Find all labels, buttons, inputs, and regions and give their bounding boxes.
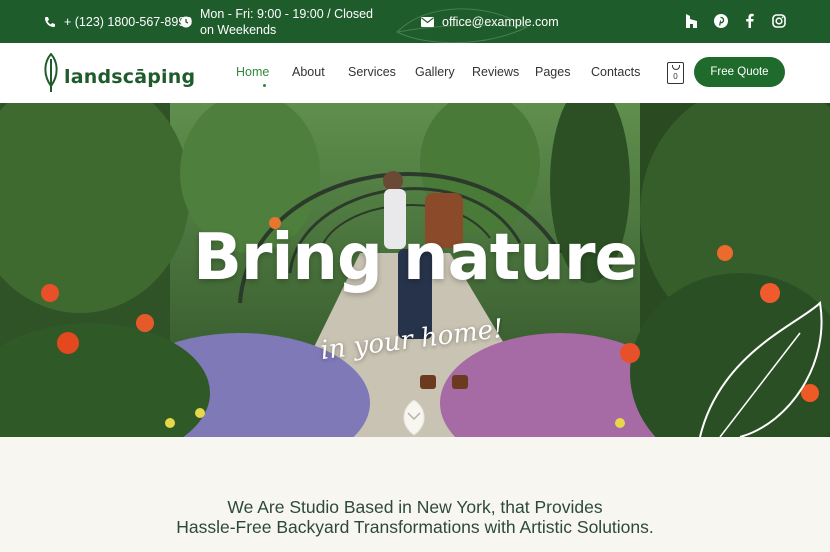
intro-line-1: We Are Studio Based in New York, that Pr… <box>227 497 603 517</box>
hero-banner: Bring nature in your home! <box>0 103 830 437</box>
hours-text: Mon - Fri: 9:00 - 19:00 / Closed on Week… <box>200 7 373 37</box>
nav-gallery[interactable]: Gallery <box>415 65 472 79</box>
leaf-logo-icon <box>44 53 58 92</box>
nav-pages[interactable]: Pages <box>535 65 591 79</box>
phone-contact[interactable]: + (123) 1800-567-8990 <box>44 14 192 30</box>
houzz-icon[interactable] <box>684 13 699 28</box>
intro-section: We Are Studio Based in New York, that Pr… <box>0 497 830 537</box>
nav-services[interactable]: Services <box>348 65 415 79</box>
nav-contacts[interactable]: Contacts <box>591 65 640 79</box>
nav-about[interactable]: About <box>292 65 348 79</box>
clock-icon <box>180 16 192 28</box>
opening-hours: Mon - Fri: 9:00 - 19:00 / Closed on Week… <box>180 6 380 38</box>
social-links <box>684 13 786 28</box>
mail-icon <box>421 17 434 27</box>
pinterest-icon[interactable] <box>713 13 728 28</box>
phone-icon <box>45 17 55 27</box>
facebook-icon[interactable] <box>742 13 757 28</box>
phone-number[interactable]: + (123) 1800-567-8990 <box>64 14 192 30</box>
cart-count: 0 <box>673 72 678 81</box>
nav-reviews[interactable]: Reviews <box>472 65 535 79</box>
nav-home[interactable]: Home <box>236 65 292 87</box>
email-contact[interactable]: office@example.com <box>421 14 559 30</box>
hero-headline: Bring nature <box>193 221 638 295</box>
main-navigation: Home About Services Gallery Reviews Page… <box>236 65 640 87</box>
main-header: landscāping Home About Services Gallery … <box>0 43 830 103</box>
logo-text: landscāping <box>64 66 196 88</box>
intro-line-2: Hassle-Free Backyard Transformations wit… <box>176 517 654 537</box>
email-address[interactable]: office@example.com <box>442 14 559 30</box>
site-logo[interactable]: landscāping <box>42 53 195 93</box>
scroll-down-icon[interactable] <box>397 399 431 437</box>
free-quote-button[interactable]: Free Quote <box>694 57 785 87</box>
top-info-bar: + (123) 1800-567-8990 Mon - Fri: 9:00 - … <box>0 0 830 43</box>
instagram-icon[interactable] <box>771 13 786 28</box>
cart-button[interactable]: 0 <box>667 62 684 84</box>
